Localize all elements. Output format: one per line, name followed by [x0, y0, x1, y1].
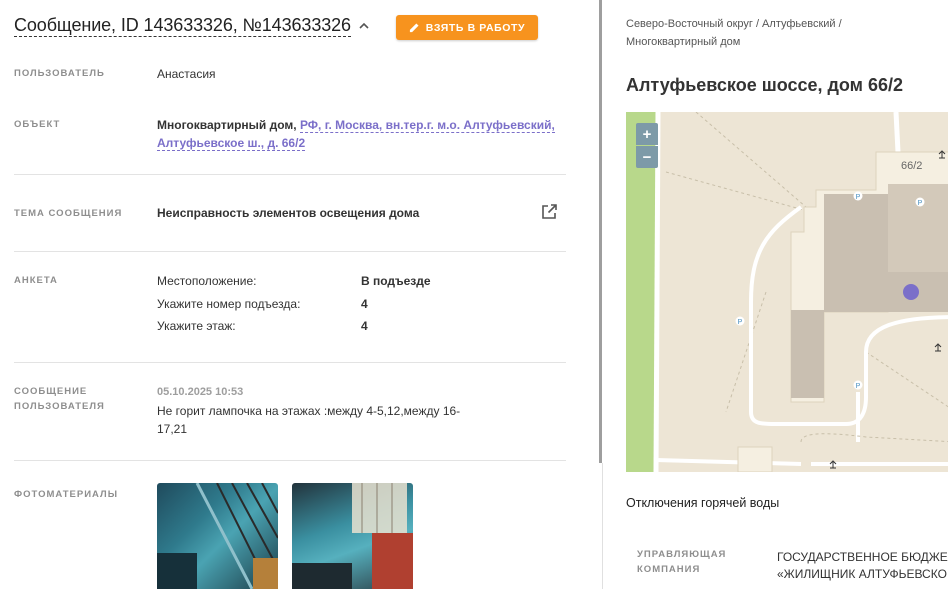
user-value: Анастасия [157, 67, 216, 81]
topic-label: ТЕМА СООБЩЕНИЯ [14, 208, 123, 219]
topic-value: Неисправность элементов освещения дома [157, 206, 420, 220]
stairwell-image [157, 483, 278, 589]
zoom-out-button[interactable]: − [636, 146, 658, 168]
divider [602, 463, 603, 589]
management-company-line1: ГОСУДАРСТВЕННОЕ БЮДЖЕТ [777, 550, 948, 564]
object-label: ОБЪЕКТ [14, 119, 61, 130]
survey-answer: В подъезде [361, 274, 431, 288]
management-company-label-line2: КОМПАНИЯ [637, 564, 701, 575]
message-title[interactable]: Сообщение, ID 143633326, №143633326 [14, 14, 351, 37]
take-to-work-label: ВЗЯТЬ В РАБОТУ [425, 21, 526, 34]
corridor-image [292, 483, 413, 589]
divider [14, 174, 566, 175]
message-label-line2: ПОЛЬЗОВАТЕЛЯ [14, 401, 105, 412]
svg-text:P: P [918, 200, 923, 207]
breadcrumb: Северо-Восточный округ / Алтуфьевский / … [626, 15, 926, 51]
splitter-handle[interactable] [599, 0, 602, 463]
object-value: Многоквартирный дом, РФ, г. Москва, вн.т… [157, 116, 557, 152]
management-company-label-line1: УПРАВЛЯЮЩАЯ [637, 549, 727, 560]
message-text: Не горит лампочка на этажах :между 4-5,1… [157, 404, 461, 436]
take-to-work-button[interactable]: ВЗЯТЬ В РАБОТУ [396, 15, 538, 40]
object-address-link-2[interactable]: Алтуфьевское ш., д. 66/2 [157, 136, 306, 151]
hot-water-outages-link[interactable]: Отключения горячей воды [626, 496, 779, 510]
svg-text:P: P [856, 194, 861, 201]
object-type: Многоквартирный дом, [157, 118, 297, 132]
management-company-label: УПРАВЛЯЮЩАЯ КОМПАНИЯ [637, 547, 726, 577]
open-external-icon[interactable] [540, 203, 558, 221]
breadcrumb-line2: Многоквартирный дом [626, 36, 741, 48]
map-house-label: 66/2 [901, 160, 923, 172]
breadcrumb-line1: Северо-Восточный округ / Алтуфьевский / [626, 18, 842, 30]
divider [14, 362, 566, 363]
photo-thumbnail[interactable] [157, 483, 278, 589]
pencil-icon [409, 23, 419, 33]
message-date: 05.10.2025 10:53 [157, 386, 244, 398]
divider [14, 251, 566, 252]
object-address-link-1[interactable]: РФ, г. Москва, вн.тер.г. м.о. Алтуфьевск… [299, 118, 555, 133]
survey-question: Укажите номер подъезда: [157, 297, 301, 311]
message-label-line1: СООБЩЕНИЕ [14, 386, 88, 397]
panel-splitter[interactable] [598, 0, 604, 589]
chevron-up-icon[interactable] [357, 19, 371, 33]
user-label: ПОЛЬЗОВАТЕЛЬ [14, 68, 105, 79]
photo-thumbnail[interactable] [292, 483, 413, 589]
survey-label: АНКЕТА [14, 275, 58, 286]
survey-question: Укажите этаж: [157, 319, 236, 333]
management-company-line2: «ЖИЛИЩНИК АЛТУФЬЕВСКО [777, 567, 947, 581]
photos-label: ФОТОМАТЕРИАЛЫ [14, 489, 119, 500]
zoom-in-button[interactable]: + [636, 123, 658, 145]
survey-answer: 4 [361, 297, 368, 311]
location-panel: Северо-Восточный округ / Алтуфьевский / … [605, 0, 948, 589]
message-details-panel: Сообщение, ID 143633326, №143633326 ВЗЯТ… [0, 0, 598, 589]
management-company-value: ГОСУДАРСТВЕННОЕ БЮДЖЕТ «ЖИЛИЩНИК АЛТУФЬЕ… [777, 549, 948, 583]
svg-text:P: P [856, 383, 861, 390]
survey-answer: 4 [361, 319, 368, 333]
title-row: Сообщение, ID 143633326, №143633326 [14, 14, 371, 37]
survey-question: Местоположение: [157, 274, 257, 288]
svg-text:P: P [738, 319, 743, 326]
map-canvas: P P P P [626, 112, 948, 472]
map[interactable]: P P P P 66/2 + − [626, 112, 948, 472]
divider [14, 460, 566, 461]
address-title: Алтуфьевское шоссе, дом 66/2 [626, 75, 904, 95]
